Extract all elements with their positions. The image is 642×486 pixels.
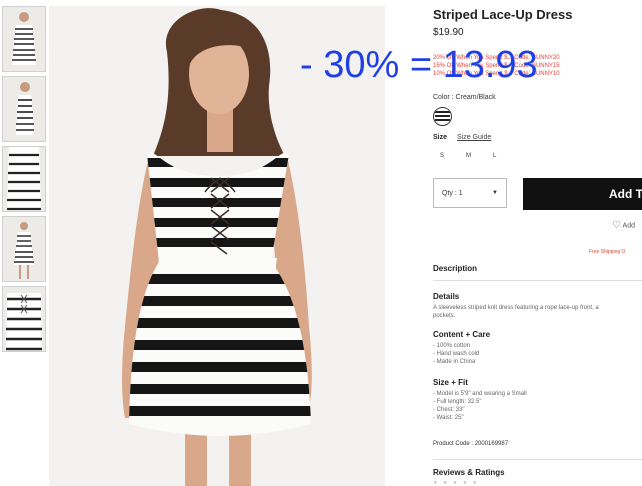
thumbnail-side[interactable] xyxy=(2,76,46,142)
fit-line: - Waist: 25" xyxy=(433,415,464,421)
product-title: Striped Lace-Up Dress xyxy=(433,7,573,22)
size-option-l[interactable]: L xyxy=(493,153,496,159)
size-fit-heading: Size + Fit xyxy=(433,378,468,387)
rating-stars: ★ ★ ★ ★ ★ xyxy=(433,480,479,486)
thumbnail-front[interactable] xyxy=(2,6,46,72)
details-heading: Details xyxy=(433,292,460,301)
wishlist-link[interactable]: ♡ Add xyxy=(612,220,635,231)
wishlist-label: Add xyxy=(622,222,635,230)
fit-line: - Model is 5'9" and wearing a Small xyxy=(433,391,527,397)
divider xyxy=(433,459,642,460)
fit-line: - Chest: 33" xyxy=(433,407,465,413)
details-text: A sleeveless striped knit dress featurin… xyxy=(433,304,599,320)
product-price: $19.90 xyxy=(433,27,464,38)
fit-line: - Full length: 32.5" xyxy=(433,399,482,405)
thumbnail-laceup[interactable] xyxy=(2,286,46,352)
heart-icon: ♡ xyxy=(612,220,621,231)
thumbnail-closeup[interactable] xyxy=(2,146,46,212)
free-shipping-notice: Free Shipping O xyxy=(589,249,626,255)
size-guide-link[interactable]: Size Guide xyxy=(457,134,491,141)
content-care-list: - 100% cotton - Hand wash cold - Made in… xyxy=(433,342,479,366)
size-fit-list: - Model is 5'9" and wearing a Small - Fu… xyxy=(433,390,527,422)
description-heading[interactable]: Description xyxy=(433,264,477,273)
size-label: Size xyxy=(433,134,448,141)
color-swatch-cream-black[interactable] xyxy=(433,107,452,126)
quantity-select[interactable]: Qty : 1 ▼ xyxy=(433,178,507,208)
content-line: - Made in China xyxy=(433,359,476,365)
chevron-down-icon: ▼ xyxy=(492,190,498,196)
add-to-bag-button[interactable]: Add T xyxy=(523,178,642,210)
details-line: A sleeveless striped knit dress featurin… xyxy=(433,305,599,311)
details-line: pockets. xyxy=(433,313,456,319)
discount-overlay-text: - 30% = 13.93 xyxy=(300,44,538,86)
content-line: - 100% cotton xyxy=(433,343,471,349)
add-to-bag-label: Add T xyxy=(609,187,642,201)
color-label: Color : Cream/Black xyxy=(433,94,496,101)
divider xyxy=(433,280,642,281)
content-line: - Hand wash cold xyxy=(433,351,480,357)
product-code: Product Code : 2000169987 xyxy=(433,441,509,447)
quantity-label: Qty : 1 xyxy=(442,190,463,197)
reviews-heading[interactable]: Reviews & Ratings xyxy=(433,468,505,477)
size-option-s[interactable]: S xyxy=(440,153,444,159)
thumbnail-gallery xyxy=(2,6,46,356)
thumbnail-full[interactable] xyxy=(2,216,46,282)
content-care-heading: Content + Care xyxy=(433,330,491,339)
size-option-m[interactable]: M xyxy=(466,153,471,159)
